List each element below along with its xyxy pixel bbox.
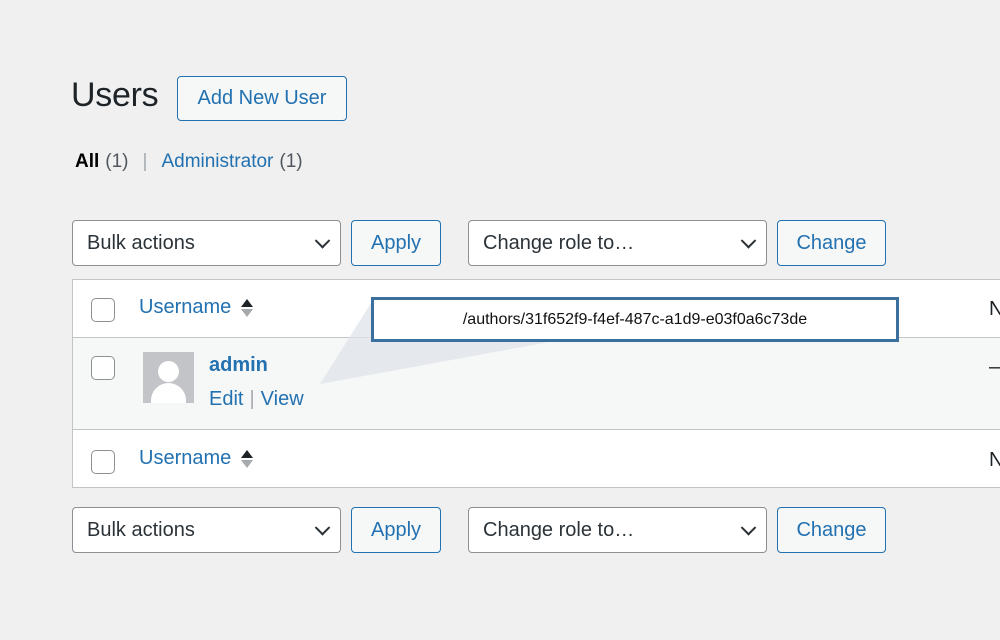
- default-avatar-icon: [143, 352, 194, 403]
- change-role-select-top[interactable]: Change role to…: [468, 220, 767, 266]
- username-column-label: Username: [139, 447, 232, 469]
- username-column-header[interactable]: Username: [139, 296, 254, 319]
- add-new-user-button[interactable]: Add New User: [177, 76, 347, 121]
- username-column-footer[interactable]: Username: [139, 447, 254, 470]
- role-filter-links: All (1) | Administrator (1): [75, 151, 303, 173]
- filter-administrator[interactable]: Administrator: [161, 151, 273, 173]
- table-footer-row: Username N: [73, 430, 1000, 487]
- table-row: admin Edit | View —: [73, 338, 1000, 430]
- filter-all[interactable]: All: [75, 151, 99, 173]
- apply-button-bottom[interactable]: Apply: [351, 507, 441, 553]
- row-actions: Edit | View: [209, 388, 304, 411]
- change-role-value: Change role to…: [483, 518, 635, 541]
- url-callout: /authors/31f652f9-f4ef-487c-a1d9-e03f0a6…: [371, 297, 899, 342]
- name-cell: —: [989, 356, 1000, 379]
- select-all-checkbox-bottom[interactable]: [91, 450, 115, 474]
- change-role-value: Change role to…: [483, 231, 635, 254]
- view-link[interactable]: View: [261, 388, 304, 411]
- row-checkbox[interactable]: [91, 356, 115, 380]
- name-column-header[interactable]: N: [989, 298, 1000, 321]
- page-title: Users: [71, 76, 159, 114]
- select-all-checkbox[interactable]: [91, 298, 115, 322]
- chevron-down-icon: [740, 520, 757, 536]
- filter-administrator-count: (1): [279, 151, 303, 172]
- row-actions-separator: |: [249, 388, 255, 410]
- username-column-label: Username: [139, 296, 232, 318]
- edit-link[interactable]: Edit: [209, 388, 243, 411]
- change-button-bottom[interactable]: Change: [777, 507, 886, 553]
- bulk-actions-select-bottom[interactable]: Bulk actions: [72, 507, 341, 553]
- chevron-down-icon: [740, 233, 757, 249]
- username-link[interactable]: admin: [209, 354, 268, 377]
- filter-separator: |: [142, 151, 148, 172]
- chevron-down-icon: [314, 520, 331, 536]
- name-column-footer[interactable]: N: [989, 449, 1000, 472]
- change-button-top[interactable]: Change: [777, 220, 886, 266]
- sort-arrows-icon: [241, 298, 254, 317]
- change-role-select-bottom[interactable]: Change role to…: [468, 507, 767, 553]
- bulk-actions-value: Bulk actions: [87, 518, 195, 541]
- apply-button-top[interactable]: Apply: [351, 220, 441, 266]
- bulk-actions-select-top[interactable]: Bulk actions: [72, 220, 341, 266]
- chevron-down-icon: [314, 233, 331, 249]
- filter-all-count: (1): [105, 151, 129, 172]
- bulk-actions-value: Bulk actions: [87, 231, 195, 254]
- sort-arrows-icon: [241, 449, 254, 468]
